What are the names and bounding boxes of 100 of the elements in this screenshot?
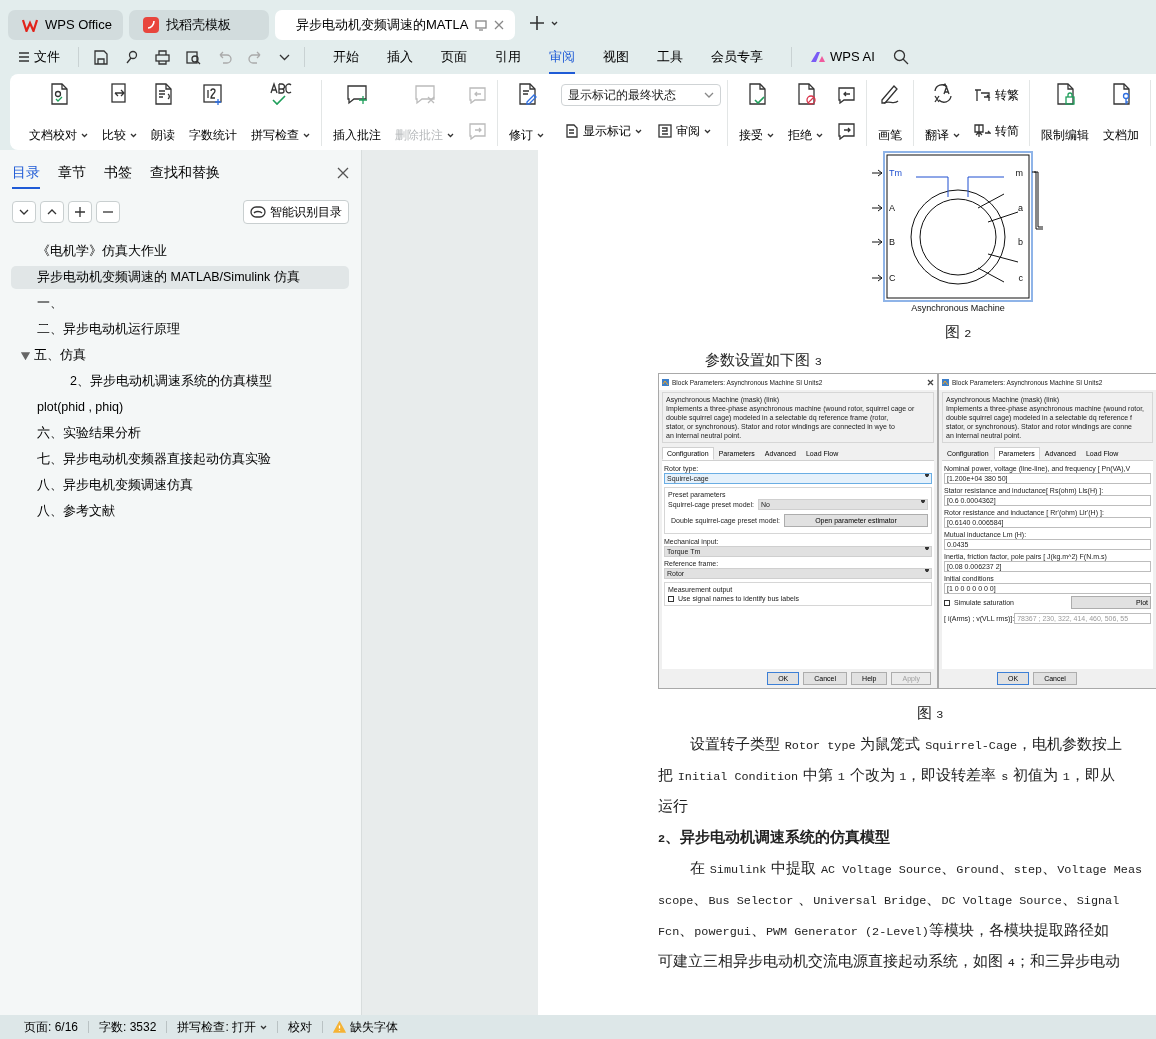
ribbon-button[interactable]: 转简 <box>969 120 1023 142</box>
ai-logo-icon <box>810 51 826 63</box>
paragraph-text: scope、Bus Selector 、Universal Bridge、DC Voltage Source、Signal <box>658 890 1120 908</box>
review-pane-icon <box>658 124 672 138</box>
outline-item[interactable]: 二、异步电动机运行原理 <box>11 318 349 341</box>
smart-toc-button[interactable]: 智能识别目录 <box>243 200 349 224</box>
outline-item[interactable]: 六、实验结果分析 <box>11 422 349 445</box>
status-item[interactable]: 字数: 3532 <box>89 1018 167 1036</box>
menu-icon <box>18 52 30 62</box>
chevron-down-icon <box>704 92 714 98</box>
paragraph-text: Fcn、powergui、PWM Generator (2-Level)等模块，各模块提取路径如 <box>658 921 1109 939</box>
browser-tab[interactable]: WPS Office <box>8 10 123 40</box>
paragraph-text: 运行 <box>658 797 688 815</box>
outline-item[interactable]: 八、参考文献 <box>11 500 349 523</box>
missing-font-button[interactable]: 缺失字体 <box>323 1018 409 1036</box>
ribbon-button[interactable]: 转繁 <box>969 84 1023 106</box>
save-icon <box>93 49 108 65</box>
figure-caption: 图 2 <box>944 323 972 341</box>
menu-tab[interactable]: 页面 <box>431 43 477 71</box>
collapse-button[interactable] <box>12 201 36 223</box>
caret-icon <box>81 132 88 138</box>
caret-icon <box>816 132 823 138</box>
menu-tab[interactable]: 审阅 <box>539 43 585 71</box>
sidebar-tab[interactable]: 章节 <box>58 159 86 185</box>
menu-tab[interactable]: 开始 <box>323 43 369 71</box>
ribbon-button[interactable]: 显示标记 <box>561 120 646 142</box>
caret-icon <box>260 1024 268 1030</box>
outline-item[interactable]: 五、仿真 <box>11 344 349 367</box>
checkbox[interactable] <box>668 595 674 602</box>
ribbon-button[interactable]: 比较 <box>97 80 142 146</box>
app-icon <box>662 378 669 386</box>
outline-item[interactable]: 七、异步电动机变频器直接起动仿真实验 <box>11 448 349 471</box>
remove-button[interactable] <box>96 201 120 223</box>
ribbon-button[interactable]: 字数统计 <box>184 80 242 146</box>
checkbox[interactable] <box>944 599 950 606</box>
markup-icon <box>565 124 579 138</box>
port-label: b <box>1018 237 1023 247</box>
warning-icon <box>333 1021 347 1033</box>
print-icon <box>155 49 170 65</box>
outline-item[interactable]: 异步电动机变频调速的 MATLAB/Simulink 仿真 <box>11 266 349 289</box>
port-arrow-icon <box>871 274 883 282</box>
block-name: Asynchronous Machine <box>911 303 1005 313</box>
ribbon-button[interactable]: 朗读 <box>146 80 180 146</box>
monitor-icon <box>475 19 488 31</box>
ribbon-button[interactable]: 文档加 <box>1098 80 1144 146</box>
caret-icon <box>704 128 711 134</box>
menu-tab[interactable]: 引用 <box>485 43 531 71</box>
ribbon-button[interactable]: 限制编辑 <box>1036 80 1094 146</box>
status-item[interactable]: 页面: 6/16 <box>14 1018 89 1036</box>
ribbon-button[interactable]: 修订 <box>504 80 549 146</box>
sidebar-tab[interactable]: 书签 <box>104 159 132 185</box>
port-arrow-icon <box>871 169 883 177</box>
ribbon-button[interactable]: 拒绝 <box>783 80 828 146</box>
expanded-triangle-icon <box>21 351 30 360</box>
ai-button[interactable]: WPS AI <box>806 45 879 69</box>
outline-item[interactable]: 一、 <box>11 292 349 315</box>
caret-icon <box>635 128 642 134</box>
status-item[interactable]: 校对 <box>278 1018 323 1036</box>
paragraph-text: 可建立三相异步电动机交流电源直接起动系统，如图 4；和三异步电动 <box>658 952 1120 970</box>
word-count-icon <box>201 82 225 106</box>
port-label: A <box>889 203 895 213</box>
menu-tab[interactable]: 会员专享 <box>701 43 773 71</box>
ribbon-button[interactable]: 插入批注 <box>328 80 386 146</box>
plus-icon <box>529 15 545 31</box>
ribbon-button[interactable]: 文档校对 <box>24 80 93 146</box>
ribbon-button[interactable]: 接受 <box>734 80 779 146</box>
browser-tab[interactable]: 异步电动机变频调速的MATLA <box>275 10 515 40</box>
port-label: B <box>889 237 895 247</box>
ribbon-button[interactable]: 画笔 <box>873 80 907 146</box>
next-comment-icon <box>836 122 856 140</box>
file-menu[interactable]: 文件 <box>14 45 64 69</box>
caret-icon <box>551 20 558 26</box>
ribbon-button: 删除批注 <box>390 80 459 146</box>
outline-item[interactable]: 《电机学》仿真大作业 <box>11 240 349 263</box>
dropdown-arrow-icon <box>925 547 929 550</box>
close-icon <box>494 20 505 30</box>
markup-dropdown[interactable]: 显示标记的最终状态 <box>561 84 721 106</box>
close-icon <box>927 379 934 387</box>
menu-tab[interactable]: 插入 <box>377 43 423 71</box>
outline-item[interactable]: 八、异步电机变频调速仿真 <box>11 474 349 497</box>
paragraph-text: 设置转子类型 Rotor type 为鼠笼式 Squirrel-Cage，电机参数按上 <box>690 735 1123 753</box>
caret-icon <box>767 132 774 138</box>
ribbon-button[interactable]: 拼写检查 <box>246 80 315 146</box>
smart-toc-icon <box>250 206 266 218</box>
sidebar-tab[interactable]: 查找和替换 <box>150 159 220 185</box>
next-comment-icon <box>467 122 487 140</box>
status-item[interactable]: 拼写检查: 打开 <box>167 1018 278 1036</box>
outline-item[interactable]: plot(phid , phiq) <box>11 396 349 419</box>
menu-tab[interactable]: 工具 <box>647 43 693 71</box>
ribbon-button[interactable]: 审阅 <box>654 120 715 142</box>
port-arrow-icon <box>871 204 883 212</box>
dropdown-arrow-icon <box>925 474 929 477</box>
add-button[interactable] <box>68 201 92 223</box>
port-label: Tm <box>889 168 902 178</box>
outline-item[interactable]: 2、异步电动机调速系统的仿真模型 <box>11 370 349 393</box>
ribbon-button[interactable]: 翻译 <box>920 80 965 146</box>
menu-tab[interactable]: 视图 <box>593 43 639 71</box>
expand-button[interactable] <box>40 201 64 223</box>
browser-tab[interactable]: 找稻壳模板 <box>129 10 269 40</box>
app-icon <box>942 378 949 386</box>
